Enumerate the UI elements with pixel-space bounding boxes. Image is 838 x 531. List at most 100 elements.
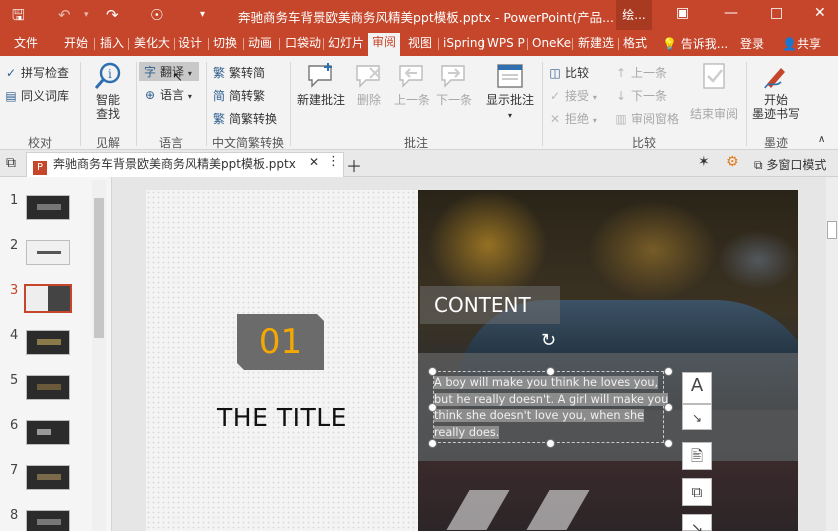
tab-review[interactable]: 审阅 [368,33,401,56]
tab-animations[interactable]: 动画 [244,34,276,56]
smart-lookup-label-2: 查找 [95,107,120,121]
tab-menu-icon[interactable]: ⋮ [327,154,340,169]
drawing-tools-context-tab[interactable]: 绘... [616,0,652,30]
previous-change-button[interactable]: ↑ 上一条 [614,64,667,81]
close-icon[interactable]: ✕ [814,5,826,21]
thesaurus-button[interactable]: ▤ 同义词库 [4,87,69,104]
resize-handle[interactable] [664,367,673,376]
login-button[interactable]: 登录 [740,35,764,52]
tab-file[interactable]: 文件 [10,34,42,56]
body-textbox[interactable]: A boy will make you think he loves you, … [434,375,670,441]
translate-button[interactable]: 字翻译 ▾ [139,62,199,81]
arrange-icon[interactable]: ⧉ [682,478,712,506]
end-review-button[interactable]: 结束审阅 [688,62,740,121]
globe-icon: ⊕ [144,88,156,102]
pin-icon[interactable]: ✶ [698,154,710,170]
end-review-icon [703,63,725,89]
section-number-badge[interactable]: 01 [237,314,324,370]
text-fill-icon[interactable]: ↘ [682,404,712,430]
slide-scrollbar[interactable] [826,177,838,531]
multi-window-mode-button[interactable]: ⧉ 多窗口模式 [754,156,826,173]
present-icon[interactable]: ☉ [150,5,163,25]
tab-view[interactable]: 视图 [404,34,436,56]
spell-check-button[interactable]: ✓ 拼写检查 [4,64,69,81]
resize-handle[interactable] [428,403,437,412]
scrollbar-thumb[interactable] [94,198,104,338]
resize-handle[interactable] [664,403,673,412]
traditional-to-simplified-button[interactable]: 繁繁转简 [212,64,265,81]
next-change-label: 下一条 [631,89,668,103]
tell-me-search[interactable]: 💡 告诉我... [662,35,728,52]
tab-slideshow[interactable]: 幻灯片 [324,34,368,56]
settings-gear-icon[interactable]: ⚙ [726,154,739,170]
smart-lookup-button[interactable]: i 智能 查找 [86,62,130,121]
text-box-icon[interactable]: 🖹 [682,442,712,470]
save-icon[interactable]: 🖫 [12,5,25,25]
convert-label: 简繁转换 [229,112,278,126]
previous-change-label: 上一条 [631,66,668,80]
tab-wps[interactable]: WPS P [483,34,527,56]
delete-comment-button[interactable]: 删除 [350,62,388,107]
accept-button[interactable]: ✓ 接受 ▾ [548,87,597,104]
document-tab[interactable]: P 奔驰商务车背景欧美商务风精美ppt模板.pptx [26,152,344,177]
next-comment-button[interactable]: 下一条 [433,62,475,107]
body-line: but he really doesn't. A girl will make … [434,392,669,406]
slide-thumbnail[interactable] [26,240,70,265]
slide-thumbnail[interactable] [26,375,70,400]
mouse-cursor-icon: ↖ [172,70,183,85]
resize-handle[interactable] [664,439,673,448]
slide-title[interactable]: THE TITLE [146,403,418,432]
ribbon-display-icon[interactable]: ▣ [676,5,689,21]
undo-dropdown-icon[interactable]: ▾ [84,5,89,25]
thumbnail-scrollbar[interactable] [92,180,106,531]
content-label[interactable]: CONTENT [420,286,560,324]
more-tools-icon[interactable]: ↘ [682,514,712,531]
tab-format[interactable]: 格式 [619,34,651,56]
rotate-handle-icon[interactable]: ↻ [541,330,556,351]
close-tab-icon[interactable]: ✕ [309,155,319,169]
slide-thumbnail[interactable] [26,465,70,490]
language-button[interactable]: ⊕ 语言 ▾ [143,86,192,103]
simplified-to-traditional-button[interactable]: 简简转繁 [212,87,265,104]
tab-insert[interactable]: 插入 [96,34,128,56]
resize-handle[interactable] [546,439,555,448]
new-comment-button[interactable]: 新建批注 [294,62,348,107]
customize-dropdown-icon[interactable]: ▾ [200,5,205,25]
document-switch-icon[interactable]: ⧉ [6,155,16,171]
tab-new-select[interactable]: 新建选 [574,34,618,56]
share-label: 共享 [796,37,821,51]
text-style-icon[interactable]: A [682,372,712,404]
tab-design[interactable]: 设计 [174,34,206,56]
tab-transitions[interactable]: 切换 [209,34,241,56]
slide-thumbnail[interactable] [26,330,70,355]
undo-icon[interactable]: ↶ [58,5,71,25]
chinese-conversion-button[interactable]: 繁简繁转换 [212,110,277,127]
new-tab-icon[interactable]: ＋ [346,153,362,177]
slide-thumbnail[interactable] [26,420,70,445]
show-comments-label: 显示批注 [485,93,534,107]
resize-handle[interactable] [428,367,437,376]
slide-thumbnail[interactable] [26,510,70,531]
show-comments-button[interactable]: 显示批注 ▾ [482,62,538,123]
compare-button[interactable]: ◫ 比较 [548,64,589,81]
scrollbar-thumb[interactable] [827,221,837,239]
tab-beautify[interactable]: 美化大 [130,34,174,56]
tab-onekey[interactable]: OneKe [528,34,572,56]
resize-handle[interactable] [546,367,555,376]
previous-comment-button[interactable]: 上一条 [391,62,433,107]
reviewing-pane-button[interactable]: ▥ 审阅窗格 [614,110,679,127]
collapse-ribbon-icon[interactable]: ∧ [818,134,825,145]
maximize-icon[interactable]: □ [770,5,783,21]
redo-icon[interactable]: ↷ [106,5,119,25]
tab-pocket-animation[interactable]: 口袋动 [281,34,323,56]
reject-button[interactable]: ✕ 拒绝 ▾ [548,110,597,127]
next-change-button[interactable]: ↓ 下一条 [614,87,667,104]
minimize-icon[interactable]: — [724,5,738,21]
slide-thumbnail-selected[interactable] [24,284,72,313]
resize-handle[interactable] [428,439,437,448]
start-inking-button[interactable]: 开始 墨迹书写 [750,62,802,121]
share-button[interactable]: 👤共享 [782,35,821,52]
slide-number: 7 [10,463,19,478]
slide-thumbnail[interactable] [26,195,70,220]
tab-home[interactable]: 开始 [60,34,92,56]
